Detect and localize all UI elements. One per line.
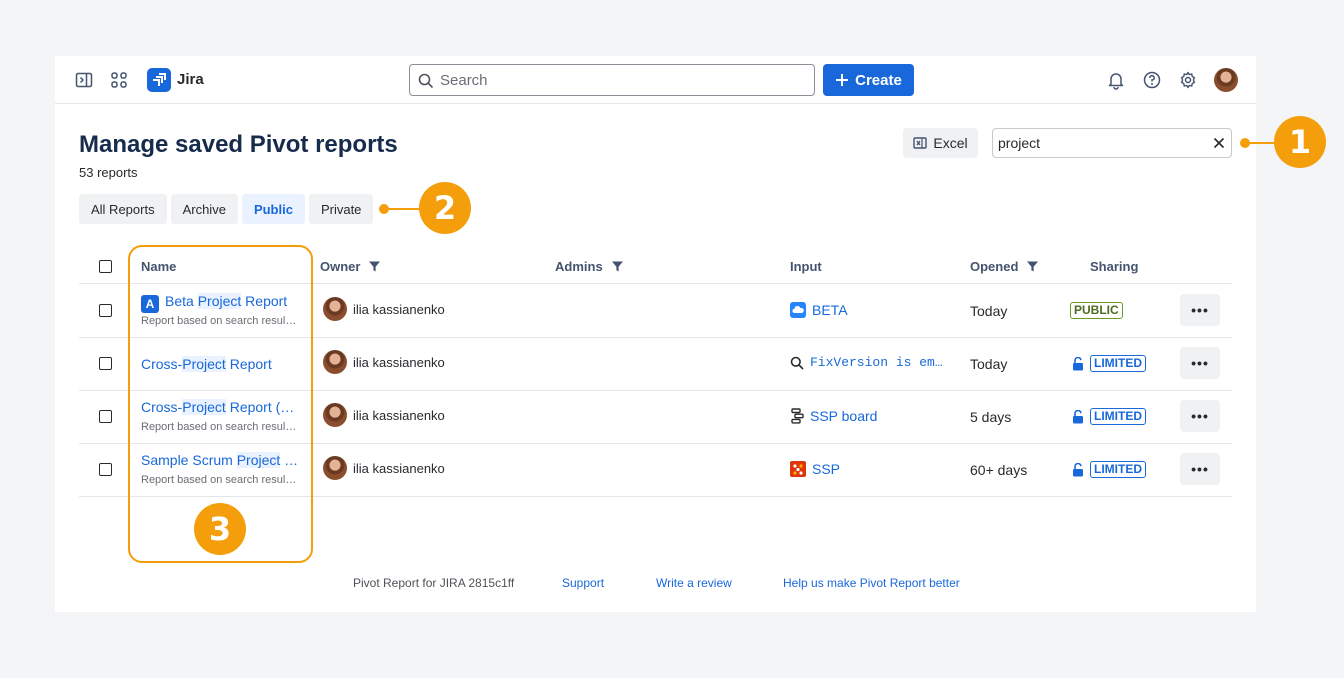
- tab-archive[interactable]: Archive: [170, 194, 238, 224]
- filter-funnel-icon[interactable]: [611, 260, 624, 273]
- input-label: BETA: [812, 302, 848, 318]
- callout-badge: 3: [194, 503, 246, 555]
- board-icon: [791, 408, 804, 424]
- sharing-lozenge: LIMITED: [1090, 355, 1146, 372]
- unlock-icon: [1073, 409, 1083, 423]
- search-icon: [418, 73, 434, 89]
- row-checkbox[interactable]: [99, 463, 112, 476]
- row-checkbox[interactable]: [99, 357, 112, 370]
- opened-cell: Today: [970, 356, 1008, 372]
- jira-logo-icon[interactable]: [147, 68, 171, 92]
- column-sharing-label: Sharing: [1090, 259, 1139, 274]
- column-header-owner[interactable]: Owner: [320, 259, 381, 274]
- plus-icon: [836, 74, 849, 86]
- report-count: 53 reports: [79, 165, 138, 180]
- more-actions-button[interactable]: •••: [1180, 347, 1220, 379]
- sharing-cell: LIMITED: [1072, 355, 1146, 372]
- column-header-admins[interactable]: Admins: [555, 259, 624, 274]
- column-header-opened[interactable]: Opened: [970, 259, 1039, 274]
- help-icon[interactable]: [1142, 70, 1162, 90]
- input-link[interactable]: SSP board: [790, 408, 877, 424]
- footer-review-link[interactable]: Write a review: [656, 576, 732, 590]
- input-link[interactable]: FixVersion is em…: [790, 355, 943, 370]
- report-filter[interactable]: [992, 128, 1232, 158]
- footer-support-link[interactable]: Support: [562, 576, 604, 590]
- callout-badge: 1: [1274, 116, 1326, 168]
- tab-private[interactable]: Private: [308, 194, 374, 224]
- clear-icon[interactable]: [1211, 135, 1227, 151]
- column-header-input[interactable]: Input: [790, 259, 822, 274]
- input-label: SSP: [812, 461, 841, 477]
- footer-version: Pivot Report for JIRA 2815c1ff: [353, 576, 515, 590]
- owner-name: ilia kassianenko: [353, 354, 445, 370]
- sharing-cell: PUBLIC: [1070, 302, 1123, 319]
- more-actions-button[interactable]: •••: [1180, 400, 1220, 432]
- sharing-lozenge: LIMITED: [1090, 408, 1146, 425]
- opened-cell: 5 days: [970, 409, 1012, 425]
- report-tabs: All Reports Archive Public Private: [79, 194, 374, 224]
- owner-name: ilia kassianenko: [353, 301, 445, 317]
- excel-label: Excel: [933, 135, 968, 151]
- search-input[interactable]: [440, 69, 800, 91]
- row-checkbox[interactable]: [99, 410, 112, 423]
- user-avatar[interactable]: [1214, 68, 1238, 92]
- top-navigation: Jira Create: [55, 56, 1256, 104]
- owner-name: ilia kassianenko: [353, 460, 445, 476]
- owner-avatar: [323, 456, 347, 480]
- column-admins-label: Admins: [555, 259, 603, 274]
- search-icon: [790, 356, 804, 370]
- filter-funnel-icon[interactable]: [1026, 260, 1039, 273]
- filter-funnel-icon[interactable]: [368, 260, 381, 273]
- cloud-project-icon: [790, 302, 806, 318]
- owner-cell: ilia kassianenko: [323, 350, 445, 374]
- sharing-cell: LIMITED: [1072, 408, 1146, 425]
- notifications-bell-icon[interactable]: [1106, 70, 1126, 90]
- sharing-lozenge: PUBLIC: [1070, 302, 1123, 319]
- callout-connector: [384, 208, 420, 210]
- input-link[interactable]: SSP: [790, 461, 840, 477]
- owner-cell: ilia kassianenko: [323, 403, 445, 427]
- column-opened-label: Opened: [970, 259, 1019, 274]
- owner-avatar: [323, 403, 347, 427]
- unlock-icon: [1073, 462, 1083, 476]
- unlock-icon: [1073, 356, 1083, 370]
- create-label: Create: [855, 71, 902, 89]
- opened-cell: Today: [970, 303, 1008, 319]
- tab-public[interactable]: Public: [241, 194, 305, 224]
- owner-avatar: [323, 350, 347, 374]
- owner-cell: ilia kassianenko: [323, 297, 445, 321]
- excel-export-button[interactable]: Excel: [903, 128, 978, 158]
- column-owner-label: Owner: [320, 259, 361, 274]
- owner-cell: ilia kassianenko: [323, 456, 445, 480]
- more-actions-button[interactable]: •••: [1180, 453, 1220, 485]
- input-label: FixVersion is em…: [810, 355, 943, 370]
- filter-input[interactable]: [998, 134, 1198, 152]
- input-link[interactable]: BETA: [790, 302, 848, 318]
- page-title: Manage saved Pivot reports: [79, 131, 398, 158]
- excel-icon: [913, 137, 928, 149]
- input-label: SSP board: [810, 408, 878, 424]
- sharing-lozenge: LIMITED: [1090, 461, 1146, 478]
- column-header-sharing[interactable]: Sharing: [1090, 259, 1138, 274]
- owner-avatar: [323, 297, 347, 321]
- settings-gear-icon[interactable]: [1178, 70, 1198, 90]
- callout-connector: [1245, 142, 1275, 144]
- footer-feedback-link[interactable]: Help us make Pivot Report better: [783, 576, 960, 590]
- create-button[interactable]: Create: [823, 64, 914, 96]
- sharing-cell: LIMITED: [1072, 461, 1146, 478]
- owner-name: ilia kassianenko: [353, 407, 445, 423]
- tab-all-reports[interactable]: All Reports: [79, 194, 167, 224]
- opened-cell: 60+ days: [970, 462, 1028, 478]
- more-actions-button[interactable]: •••: [1180, 294, 1220, 326]
- app-name[interactable]: Jira: [177, 71, 204, 88]
- select-all-checkbox[interactable]: [99, 260, 112, 273]
- app-switcher-icon[interactable]: [109, 70, 129, 90]
- row-checkbox[interactable]: [99, 304, 112, 317]
- project-avatar-icon: [790, 461, 806, 477]
- sidebar-toggle-icon[interactable]: [74, 70, 94, 90]
- global-search[interactable]: [409, 64, 815, 96]
- column-input-label: Input: [790, 259, 822, 274]
- callout-badge: 2: [419, 182, 471, 234]
